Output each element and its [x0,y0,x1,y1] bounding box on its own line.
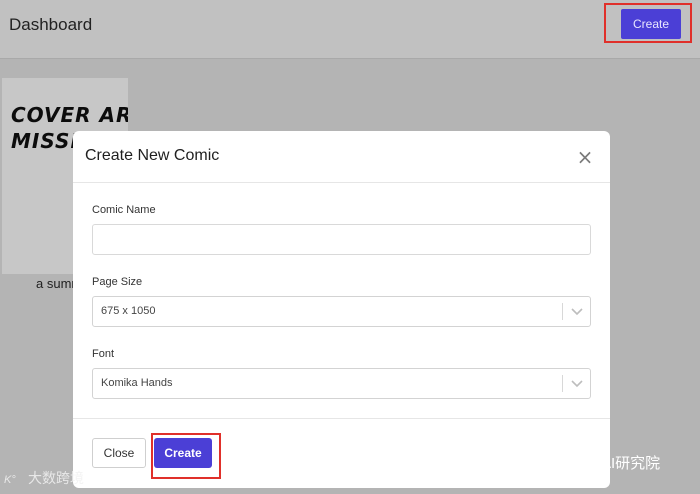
select-separator [562,375,563,392]
page-size-value: 675 x 1050 [101,305,156,317]
top-bar: Dashboard Create [0,0,700,59]
font-label: Font [92,348,115,360]
chevron-down-icon[interactable] [569,377,585,391]
font-select[interactable]: Komika Hands [92,368,591,399]
close-button[interactable]: Close [92,438,146,468]
create-button-header[interactable]: Create [621,9,681,39]
close-icon[interactable]: × [574,146,596,168]
select-separator [562,303,563,320]
modal-title: Create New Comic [85,147,220,164]
comic-name-label: Comic Name [92,204,156,216]
watermark-right: 人工智能AI研究院 [515,452,660,473]
watermark-logo-icon: K° [4,474,16,486]
comic-name-input[interactable] [92,224,591,255]
modal-header: Create New Comic × [73,131,610,183]
create-comic-modal: Create New Comic × Comic Name Page Size … [73,131,610,488]
page-size-label: Page Size [92,276,143,288]
create-button[interactable]: Create [154,438,212,468]
font-value: Komika Hands [101,377,173,389]
watermark-left: K° 大数跨境 [4,468,84,488]
chevron-down-icon[interactable] [569,305,585,319]
page-title: Dashboard [9,15,93,34]
watermark-right-text: 人工智能AI研究院 [541,455,661,472]
wechat-icon [515,453,537,470]
watermark-left-text: 大数跨境 [28,470,84,486]
page-size-select[interactable]: 675 x 1050 [92,296,591,327]
